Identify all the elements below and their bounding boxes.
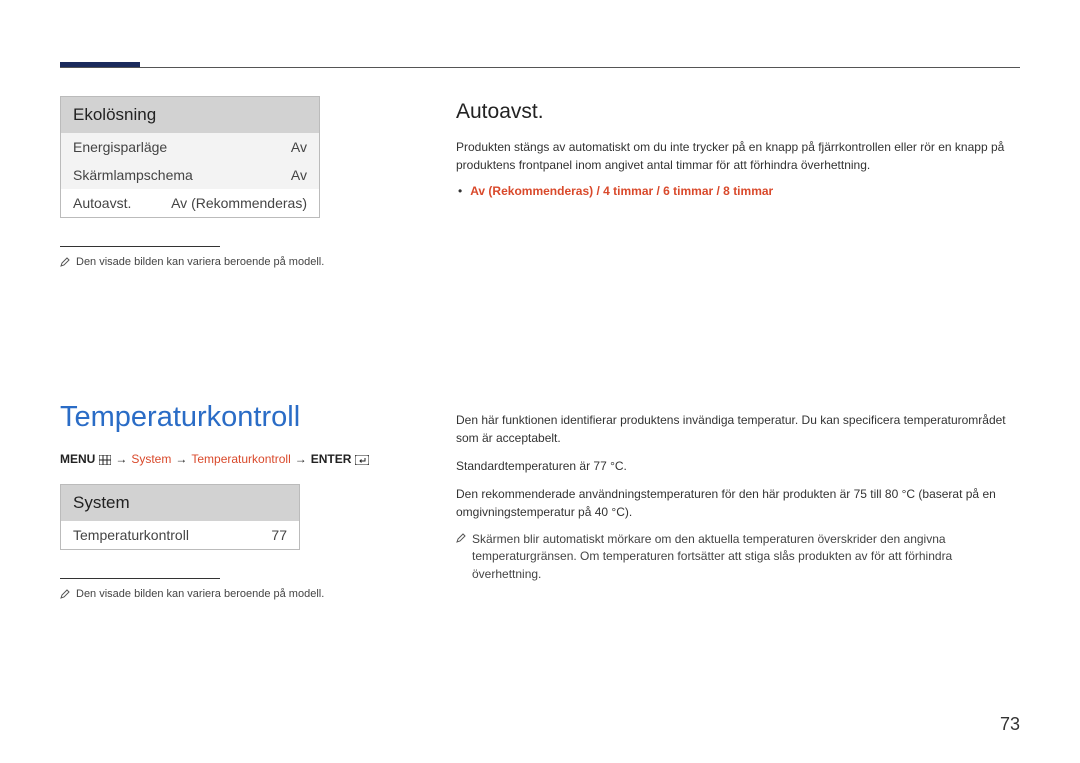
eco-row-value: Av [291,139,307,155]
autoavst-title: Autoavst. [456,100,1020,124]
eco-row-label: Autoavst. [73,195,131,211]
arrow-icon: → [175,452,187,466]
tempcontrol-para1: Den här funktionen identifierar produkte… [456,411,1020,447]
tempcontrol-para2: Standardtemperaturen är 77 °C. [456,457,1020,475]
image-note: Den visade bilden kan variera beroende p… [60,255,400,271]
image-note-text: Den visade bilden kan variera beroende p… [76,255,324,271]
pencil-icon [60,255,70,271]
left-column-lower: Temperaturkontroll MENU → System → Tempe… [60,401,400,603]
eco-panel-row: Skärmlampschema Av [61,161,319,189]
header-accent [60,62,140,67]
page: Ekolösning EnergisparlägeAvSkärmlampsche… [0,0,1080,763]
note-separator [60,246,220,247]
eco-panel-row: Energisparläge Av [61,133,319,161]
arrow-icon: → [115,452,127,466]
tempcontrol-row: Temperaturkontroll 77 [61,521,299,549]
path-enter: ENTER [311,452,352,466]
eco-panel-title: Ekolösning [61,97,319,133]
eco-row-label: Energisparläge [73,139,167,155]
note-separator [60,578,220,579]
tempcontrol-note-text: Skärmen blir automatiskt mörkare om den … [472,531,1020,583]
tempcontrol-row-label: Temperaturkontroll [73,527,189,543]
image-note-text: Den visade bilden kan variera beroende p… [76,587,324,603]
eco-row-label: Skärmlampschema [73,167,193,183]
right-column-upper: Autoavst. Produkten stängs av automatisk… [456,96,1020,271]
tempcontrol-row-value: 77 [271,527,287,543]
eco-row-value: Av [291,167,307,183]
page-number: 73 [1000,714,1020,735]
right-column-lower: Den här funktionen identifierar produkte… [456,401,1020,603]
autoavst-description: Produkten stängs av automatiskt om du in… [456,138,1020,174]
tempcontrol-note: Skärmen blir automatiskt mörkare om den … [456,531,1020,583]
left-column-upper: Ekolösning EnergisparlägeAvSkärmlampsche… [60,96,400,271]
menu-path: MENU → System → Temperaturkontroll → ENT… [60,452,400,466]
pencil-icon [60,587,70,603]
arrow-icon: → [295,452,307,466]
image-note: Den visade bilden kan variera beroende p… [60,587,400,603]
tempcontrol-para3: Den rekommenderade användningstemperatur… [456,485,1020,521]
upper-columns: Ekolösning EnergisparlägeAvSkärmlampsche… [60,96,1020,271]
eco-panel-row: Autoavst. Av (Rekommenderas) [61,189,319,217]
lower-columns: Temperaturkontroll MENU → System → Tempe… [60,401,1020,603]
spacer [60,271,1020,401]
bullet-dot-icon: • [458,184,462,198]
system-panel: System Temperaturkontroll 77 [60,484,300,550]
path-tempcontrol: Temperaturkontroll [191,452,290,466]
path-menu: MENU [60,452,95,466]
path-system: System [131,452,171,466]
enter-icon [355,452,369,466]
eco-panel: Ekolösning EnergisparlägeAvSkärmlampsche… [60,96,320,218]
eco-row-value: Av (Rekommenderas) [171,195,307,211]
system-panel-title: System [61,485,299,521]
pencil-icon [456,531,466,547]
menu-grid-icon [99,452,111,466]
autoavst-options-row: • Av (Rekommenderas) / 4 timmar / 6 timm… [458,184,1020,198]
autoavst-options: Av (Rekommenderas) / 4 timmar / 6 timmar… [470,184,773,198]
tempcontrol-title: Temperaturkontroll [60,401,400,434]
header-rule [60,67,1020,68]
